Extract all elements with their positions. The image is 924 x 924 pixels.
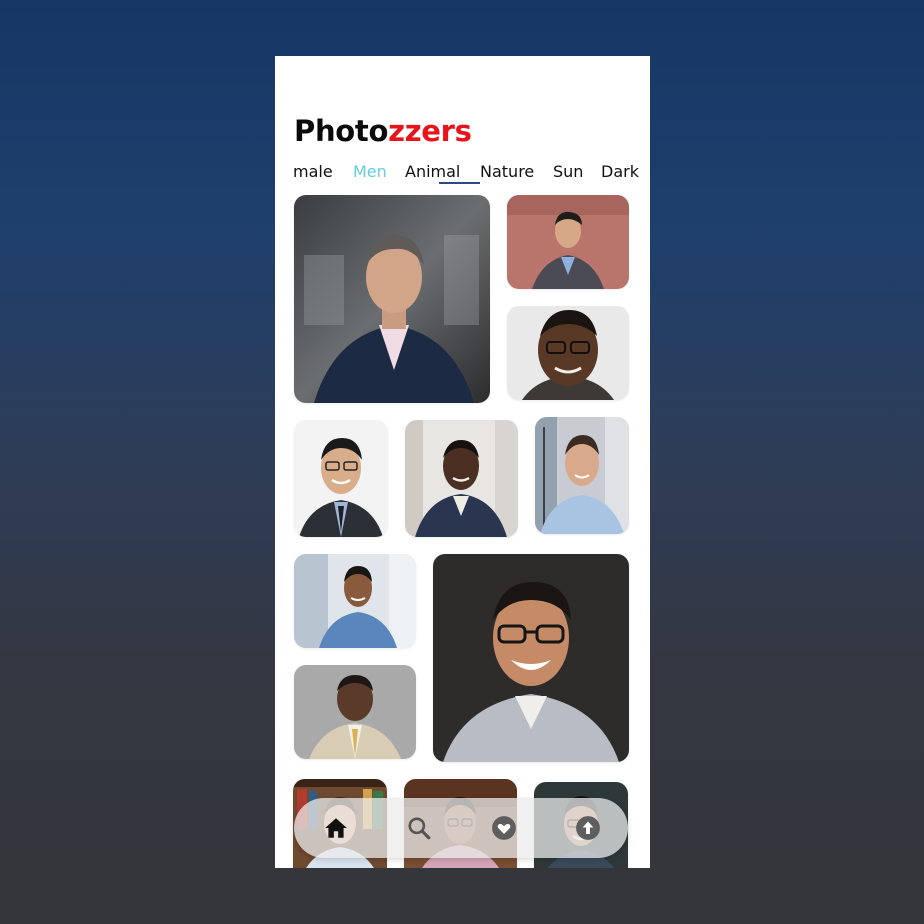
photo-card[interactable] <box>535 417 629 534</box>
photo-card[interactable] <box>294 554 416 648</box>
tab-sun[interactable]: Sun <box>553 160 583 184</box>
home-icon <box>325 818 347 838</box>
heart-icon <box>492 816 516 840</box>
tab-animal[interactable]: Animal <box>405 160 460 184</box>
photo-card[interactable] <box>405 420 518 537</box>
search-icon <box>408 817 431 840</box>
photo-card[interactable] <box>433 554 629 762</box>
app-screen: Photozzers male Men Animal Nature Sun Da… <box>275 56 650 868</box>
app-title: Photozzers <box>294 111 472 151</box>
app-title-part1: Photo <box>294 114 389 148</box>
portrait-photo <box>507 306 629 400</box>
nav-search-button[interactable] <box>404 813 434 843</box>
tab-scroll-indicator <box>439 182 480 184</box>
portrait-photo <box>294 420 388 537</box>
tab-dark[interactable]: Dark <box>601 160 639 184</box>
portrait-photo <box>405 420 518 537</box>
photo-card[interactable] <box>294 420 388 537</box>
nav-home-button[interactable] <box>321 813 351 843</box>
upload-icon <box>576 816 600 840</box>
photo-card[interactable] <box>294 195 490 403</box>
nav-upload-button[interactable] <box>573 813 603 843</box>
app-title-part2: zzers <box>388 114 472 148</box>
portrait-photo <box>507 195 629 289</box>
portrait-photo <box>535 417 629 534</box>
tab-male[interactable]: male <box>293 160 333 184</box>
portrait-photo <box>294 554 416 648</box>
tab-men[interactable]: Men <box>353 160 387 184</box>
portrait-photo <box>294 195 490 403</box>
tab-nature[interactable]: Nature <box>480 160 534 184</box>
portrait-photo <box>433 554 629 762</box>
bottom-nav-bar <box>294 798 628 858</box>
photo-card[interactable] <box>294 665 416 759</box>
nav-favorites-button[interactable] <box>489 813 519 843</box>
photo-card[interactable] <box>507 306 629 400</box>
photo-card[interactable] <box>507 195 629 289</box>
portrait-photo <box>294 665 416 759</box>
